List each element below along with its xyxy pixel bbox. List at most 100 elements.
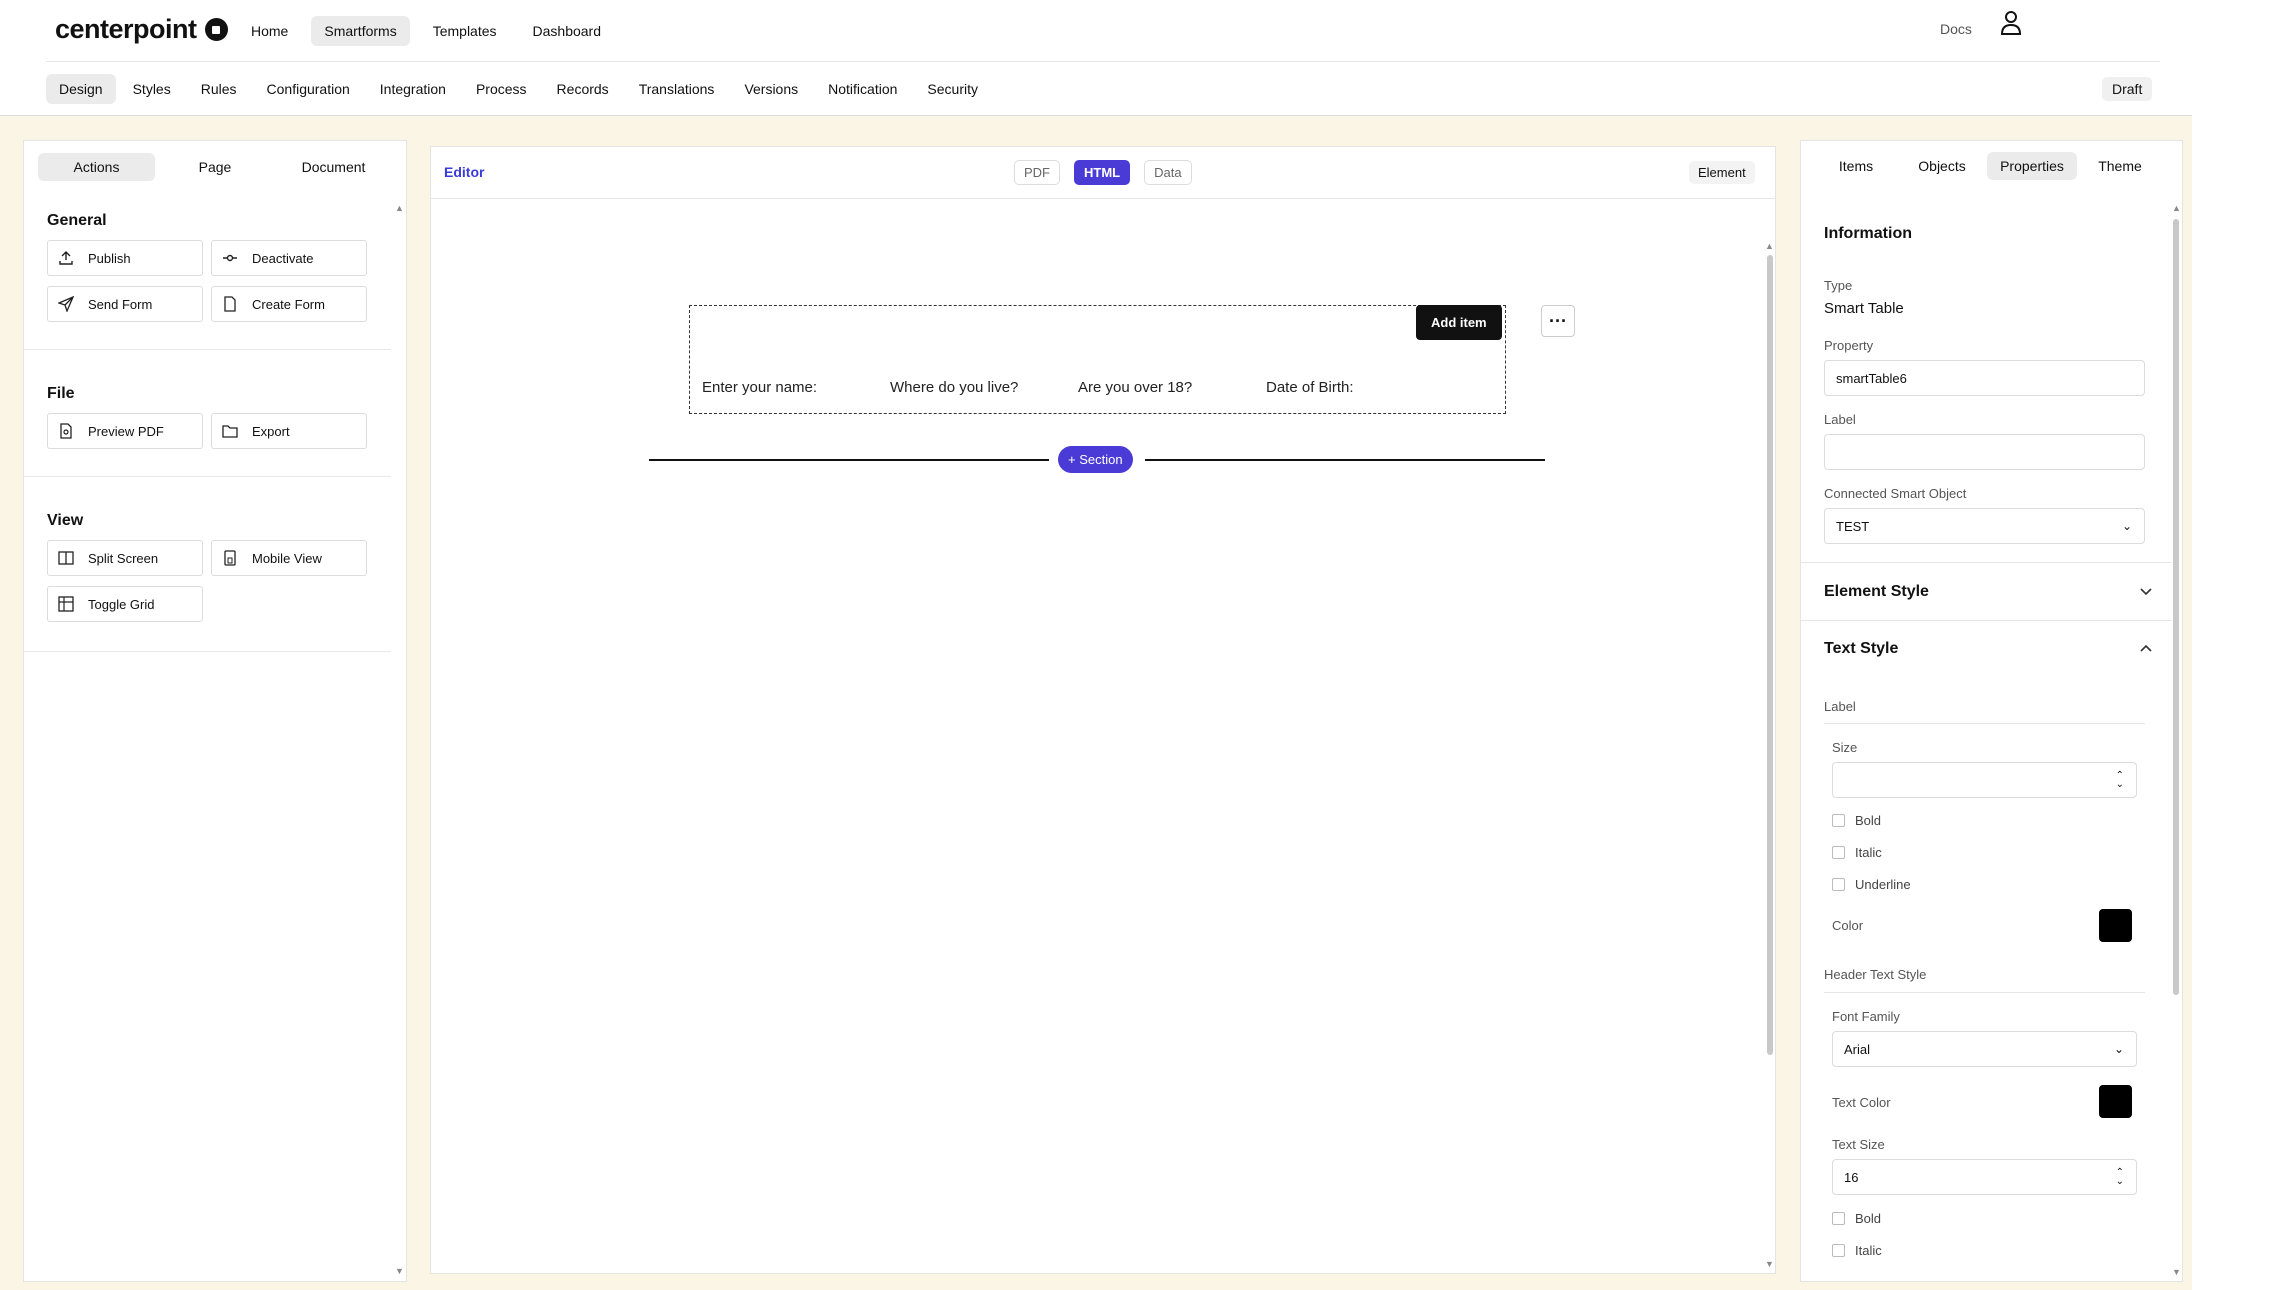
divider	[1824, 723, 2145, 724]
send-form-button[interactable]: Send Form	[47, 286, 203, 322]
tab-document[interactable]: Document	[275, 153, 392, 181]
scroll-up-icon[interactable]: ▲	[395, 203, 404, 213]
tab-integration[interactable]: Integration	[367, 74, 459, 104]
nav-smartforms[interactable]: Smartforms	[311, 16, 410, 46]
scroll-down-icon[interactable]: ▼	[1765, 1259, 1774, 1269]
property-label: Property	[1824, 338, 1874, 353]
nav-home[interactable]: Home	[238, 16, 301, 46]
smart-table[interactable]: Add item Enter your name: Where do you l…	[689, 305, 1506, 414]
type-label: Type	[1824, 278, 1853, 293]
scroll-down-icon[interactable]: ▼	[2172, 1267, 2181, 1277]
more-icon: ···	[1549, 310, 1567, 331]
tab-actions[interactable]: Actions	[38, 153, 155, 181]
type-value: Smart Table	[1824, 300, 1904, 317]
label-label: Label	[1824, 412, 1856, 427]
tab-styles[interactable]: Styles	[120, 74, 184, 104]
chevron-down-icon[interactable]	[2139, 587, 2153, 597]
stepper-icon[interactable]: ⌃ ⌄	[2116, 1168, 2124, 1187]
column-header: Are you over 18?	[1078, 379, 1193, 396]
property-input[interactable]: smartTable6	[1824, 360, 2145, 396]
italic-checkbox-2[interactable]: Italic	[1832, 1243, 1882, 1258]
deactivate-button[interactable]: Deactivate	[211, 240, 367, 276]
preview-pdf-button[interactable]: Preview PDF	[47, 413, 203, 449]
pdf-icon	[60, 423, 72, 439]
export-button[interactable]: Export	[211, 413, 367, 449]
scroll-up-icon[interactable]: ▲	[2172, 203, 2181, 213]
tab-items[interactable]: Items	[1815, 152, 1897, 180]
chevron-down-icon: ⌄	[2121, 519, 2132, 533]
mode-data[interactable]: Data	[1144, 160, 1192, 185]
column-header: Date of Birth:	[1266, 379, 1354, 396]
tab-notification[interactable]: Notification	[815, 74, 910, 104]
folder-icon	[222, 425, 238, 438]
editor-header: Editor PDF HTML Data Element	[431, 147, 1775, 199]
tab-configuration[interactable]: Configuration	[254, 74, 363, 104]
scroll-up-icon[interactable]: ▲	[1765, 241, 1774, 251]
preview-pdf-label: Preview PDF	[88, 423, 164, 439]
text-size-value: 16	[1844, 1169, 1859, 1185]
text-size-input[interactable]: 16 ⌃ ⌄	[1832, 1159, 2137, 1195]
add-section-button[interactable]: + Section	[1058, 446, 1133, 473]
general-title: General	[47, 212, 107, 229]
toggle-grid-button[interactable]: Toggle Grid	[47, 586, 203, 622]
font-family-select[interactable]: Arial ⌄	[1832, 1031, 2137, 1067]
text-color-label: Text Color	[1832, 1095, 1891, 1110]
brand-logo[interactable]: centerpoint	[55, 14, 228, 45]
section-divider	[649, 459, 1049, 461]
split-screen-label: Split Screen	[88, 550, 159, 566]
tab-objects[interactable]: Objects	[1901, 152, 1983, 180]
status-badge: Draft	[2102, 77, 2153, 101]
tab-versions[interactable]: Versions	[731, 74, 811, 104]
docs-link[interactable]: Docs	[1940, 21, 1972, 37]
properties-panel: Items Objects Properties Theme ▲ ▼ Infor…	[1800, 140, 2183, 1282]
send-form-label: Send Form	[88, 296, 153, 312]
bold-checkbox-2[interactable]: Bold	[1832, 1211, 1881, 1226]
mobile-view-button[interactable]: Mobile View	[211, 540, 367, 576]
right-tabs: Items Objects Properties Theme	[1801, 141, 2182, 180]
tab-page[interactable]: Page	[157, 153, 274, 181]
underline-checkbox[interactable]: Underline	[1832, 877, 1911, 892]
tab-design[interactable]: Design	[46, 74, 116, 104]
mode-html[interactable]: HTML	[1074, 160, 1131, 185]
general-section: General Publish Deactivate Send Form Cre…	[24, 181, 391, 350]
size-input[interactable]: ⌃ ⌄	[1832, 762, 2137, 798]
tab-theme[interactable]: Theme	[2081, 152, 2159, 180]
toggle-grid-label: Toggle Grid	[88, 596, 155, 612]
color-swatch[interactable]	[2099, 909, 2132, 942]
text-style-title[interactable]: Text Style	[1824, 640, 1898, 658]
add-item-button[interactable]: Add item	[1416, 305, 1502, 340]
more-options-button[interactable]: ···	[1541, 305, 1575, 337]
element-badge[interactable]: Element	[1689, 161, 1755, 184]
connected-object-select[interactable]: TEST ⌄	[1824, 508, 2145, 544]
split-icon	[58, 551, 74, 565]
tab-rules[interactable]: Rules	[188, 74, 250, 104]
toggle-icon	[223, 254, 237, 262]
nav-templates[interactable]: Templates	[420, 16, 510, 46]
view-title: View	[47, 512, 84, 529]
text-color-swatch[interactable]	[2099, 1085, 2132, 1118]
mode-pdf[interactable]: PDF	[1014, 160, 1060, 185]
publish-label: Publish	[88, 250, 131, 266]
stepper-icon[interactable]: ⌃ ⌄	[2116, 771, 2124, 790]
tab-security[interactable]: Security	[914, 74, 991, 104]
element-style-title[interactable]: Element Style	[1824, 583, 1929, 601]
tab-properties[interactable]: Properties	[1987, 152, 2077, 180]
nav-dashboard[interactable]: Dashboard	[520, 16, 615, 46]
properties-scrollbar[interactable]	[2173, 219, 2179, 995]
scroll-down-icon[interactable]: ▼	[395, 1266, 404, 1276]
file-section: File Preview PDF Export	[24, 350, 391, 477]
bold-checkbox[interactable]: Bold	[1832, 813, 1881, 828]
split-screen-button[interactable]: Split Screen	[47, 540, 203, 576]
chevron-up-icon[interactable]	[2139, 643, 2153, 653]
tab-records[interactable]: Records	[544, 74, 622, 104]
bold-label-2: Bold	[1855, 1211, 1882, 1226]
editor-scrollbar[interactable]	[1767, 255, 1773, 1055]
label-input[interactable]	[1824, 434, 2145, 470]
user-icon[interactable]	[2000, 10, 2022, 36]
tab-process[interactable]: Process	[463, 74, 540, 104]
italic-checkbox[interactable]: Italic	[1832, 845, 1882, 860]
create-form-button[interactable]: Create Form	[211, 286, 367, 322]
top-bar: centerpoint Home Smartforms Templates Da…	[0, 0, 2192, 116]
publish-button[interactable]: Publish	[47, 240, 203, 276]
tab-translations[interactable]: Translations	[626, 74, 728, 104]
